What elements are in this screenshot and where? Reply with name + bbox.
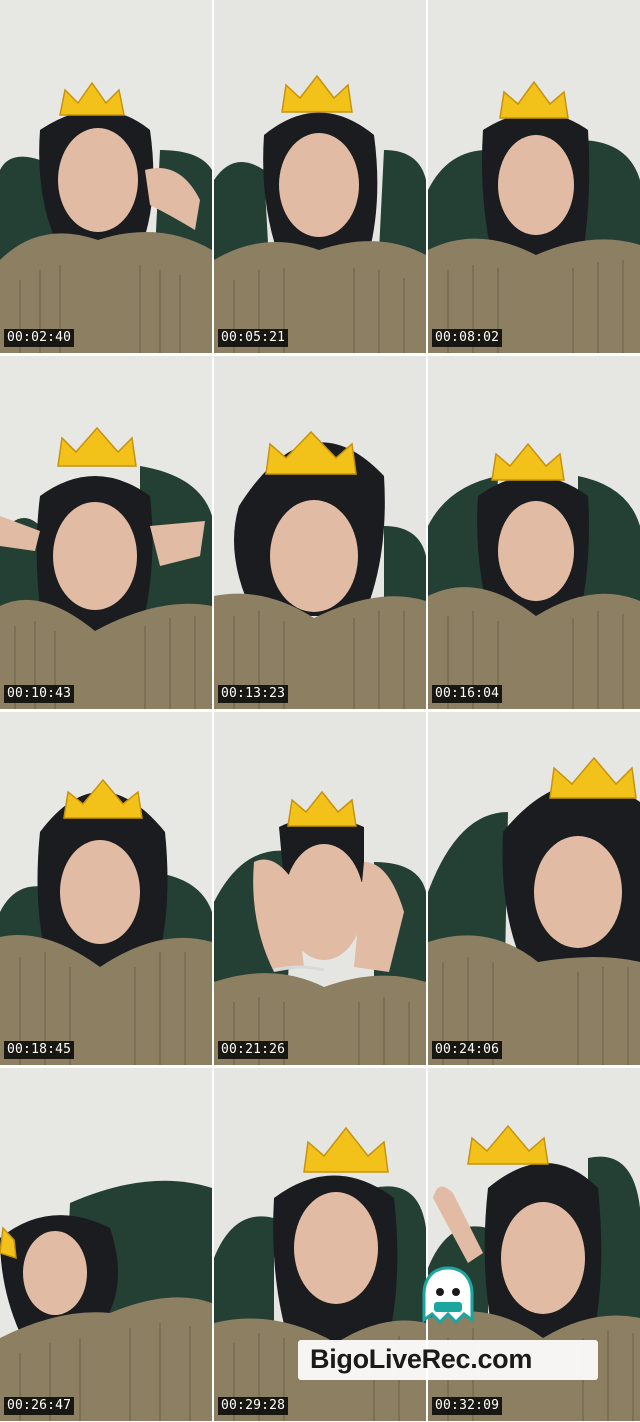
frame-illustration bbox=[214, 356, 426, 709]
frame-illustration bbox=[0, 1068, 212, 1421]
video-frame-10: 00:26:47 bbox=[0, 1068, 212, 1421]
frame-illustration bbox=[428, 356, 640, 709]
frame-timestamp: 00:13:23 bbox=[218, 685, 289, 703]
frame-timestamp: 00:21:26 bbox=[218, 1041, 289, 1059]
video-frame-3: 00:08:02 bbox=[428, 0, 640, 353]
watermark-text: BigoLiveRec.com bbox=[310, 1344, 533, 1374]
frame-illustration bbox=[214, 0, 426, 353]
video-frame-6: 00:16:04 bbox=[428, 356, 640, 709]
video-frame-8: 00:21:26 bbox=[214, 712, 426, 1065]
ghost-mascot-icon bbox=[412, 1262, 484, 1334]
video-frame-1: 00:02:40 bbox=[0, 0, 212, 353]
watermark: BigoLiveRec.com bbox=[298, 1334, 598, 1382]
video-frame-4: 00:10:43 bbox=[0, 356, 212, 709]
frame-timestamp: 00:10:43 bbox=[4, 685, 75, 703]
frame-timestamp: 00:26:47 bbox=[4, 1397, 75, 1415]
frame-timestamp: 00:18:45 bbox=[4, 1041, 75, 1059]
frame-timestamp: 00:32:09 bbox=[432, 1397, 503, 1415]
frame-timestamp: 00:16:04 bbox=[432, 685, 503, 703]
video-frame-5: 00:13:23 bbox=[214, 356, 426, 709]
video-frame-9: 00:24:06 bbox=[428, 712, 640, 1065]
frame-illustration bbox=[0, 0, 212, 353]
video-frame-7: 00:18:45 bbox=[0, 712, 212, 1065]
frame-timestamp: 00:29:28 bbox=[218, 1397, 289, 1415]
video-frame-2: 00:05:21 bbox=[214, 0, 426, 353]
frame-illustration bbox=[214, 712, 426, 1065]
frame-timestamp: 00:24:06 bbox=[432, 1041, 503, 1059]
frame-timestamp: 00:05:21 bbox=[218, 329, 289, 347]
frame-illustration bbox=[0, 712, 212, 1065]
frame-timestamp: 00:08:02 bbox=[432, 329, 503, 347]
frame-timestamp: 00:02:40 bbox=[4, 329, 75, 347]
frame-illustration bbox=[428, 0, 640, 353]
frame-illustration bbox=[428, 712, 640, 1065]
frame-illustration bbox=[0, 356, 212, 709]
contact-sheet-grid: 00:02:40 00:05:21 00:08:02 00:10:43 00:1… bbox=[0, 0, 640, 1422]
